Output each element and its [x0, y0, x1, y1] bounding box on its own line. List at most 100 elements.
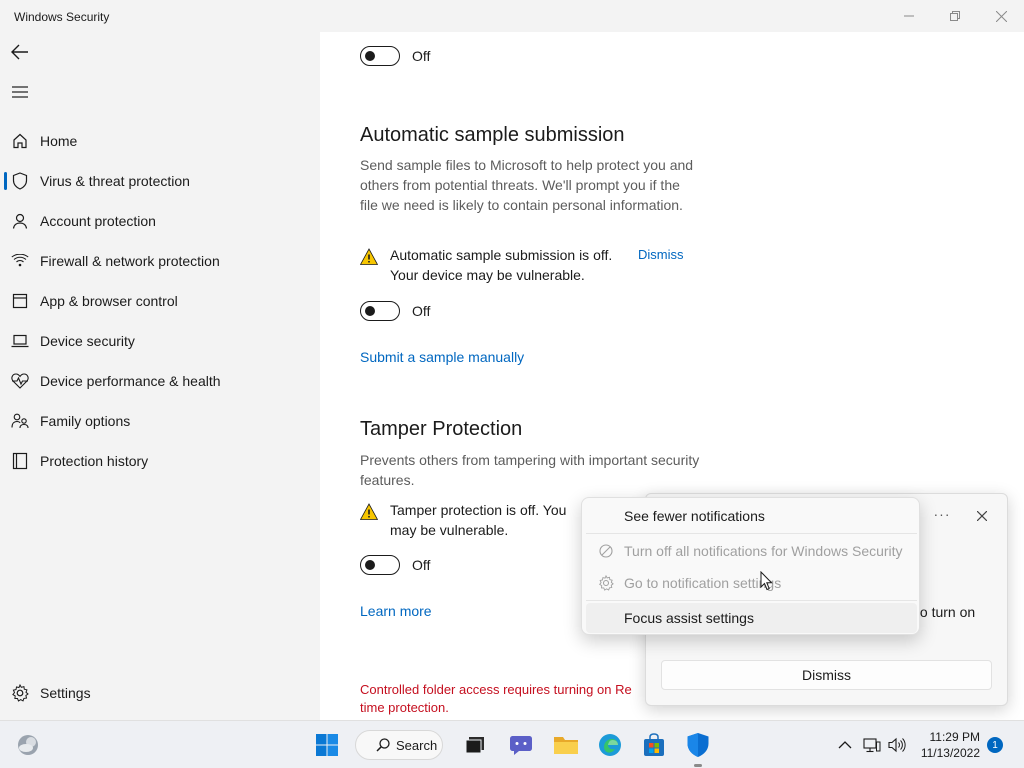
restore-button[interactable]: [932, 0, 978, 32]
close-icon: [977, 511, 987, 521]
sample-dismiss-link[interactable]: Dismiss: [638, 247, 684, 262]
menu-item-label: Go to notification settings: [624, 575, 782, 591]
sidebar-item-settings[interactable]: Settings: [0, 675, 320, 711]
sidebar-item-label: Device performance & health: [40, 373, 221, 389]
top-toggle-row: Off: [360, 46, 430, 66]
search-icon: [376, 738, 390, 752]
controlled-folder-message: Controlled folder access requires turnin…: [360, 681, 660, 717]
menu-item-label: See fewer notifications: [624, 508, 765, 524]
person-icon: [11, 212, 29, 230]
submit-sample-link[interactable]: Submit a sample manually: [360, 349, 524, 365]
home-icon: [11, 132, 29, 150]
menu-item-label: Turn off all notifications for Windows S…: [624, 543, 903, 559]
sample-warning-line1: Automatic sample submission is off.: [390, 247, 613, 263]
clock-time: 11:29 PM: [929, 730, 980, 744]
tamper-warning-line2: may be vulnerable.: [390, 522, 509, 538]
shield-icon: [11, 172, 29, 190]
weather-widget[interactable]: [14, 731, 42, 759]
warning-icon: [360, 503, 378, 520]
sidebar-item-label: Account protection: [40, 213, 156, 229]
close-icon: [995, 10, 1007, 22]
tamper-warning-line1: Tamper protection is off. You: [390, 502, 567, 518]
gear-icon: [598, 575, 614, 591]
mouse-cursor-icon: [760, 571, 773, 591]
start-button[interactable]: [313, 731, 341, 759]
tamper-toggle-row: Off: [360, 555, 430, 575]
tamper-protection-description: Prevents others from tampering with impo…: [360, 452, 700, 488]
file-explorer-button[interactable]: [552, 731, 580, 759]
wifi-icon: [11, 252, 29, 270]
app-window-icon: [11, 292, 29, 310]
sample-toggle-row: Off: [360, 301, 430, 321]
tamper-protection-heading: Tamper Protection: [360, 418, 523, 440]
sidebar-item-device-security[interactable]: Device security: [0, 323, 320, 359]
folder-icon: [554, 737, 578, 754]
sidebar-item-account[interactable]: Account protection: [0, 203, 320, 239]
active-app-indicator: [694, 764, 702, 767]
teams-chat-button[interactable]: [507, 731, 535, 759]
menu-separator: [586, 600, 917, 601]
sample-warning-line2: Your device may be vulnerable.: [390, 267, 585, 283]
volume-tray-button[interactable]: [887, 735, 907, 755]
top-toggle-switch[interactable]: [360, 46, 400, 66]
weather-icon: [18, 735, 38, 755]
window-title: Windows Security: [14, 10, 110, 24]
sidebar-item-app-browser[interactable]: App & browser control: [0, 283, 320, 319]
minimize-button[interactable]: [886, 0, 932, 32]
tamper-protection-toggle[interactable]: [360, 555, 400, 575]
toast-close-button[interactable]: [972, 506, 992, 526]
history-icon: [11, 452, 29, 470]
task-view-button[interactable]: [461, 731, 489, 759]
restore-icon: [950, 11, 960, 21]
sidebar-item-firewall[interactable]: Firewall & network protection: [0, 243, 320, 279]
sidebar-item-label: Device security: [40, 333, 135, 349]
warning-icon: [360, 248, 378, 265]
sidebar-item-family[interactable]: Family options: [0, 403, 320, 439]
title-bar: Windows Security: [0, 0, 1024, 32]
shield-icon: [687, 733, 709, 757]
controlled-folder-line1: Controlled folder access requires turnin…: [360, 682, 632, 697]
menu-item-see-fewer[interactable]: See fewer notifications: [586, 501, 917, 531]
toggle-state-label: Off: [412, 557, 431, 573]
menu-button[interactable]: [8, 80, 32, 104]
family-icon: [11, 412, 29, 430]
network-tray-button[interactable]: [862, 735, 882, 755]
taskbar-search-button[interactable]: Search: [355, 730, 443, 760]
menu-item-focus-assist[interactable]: Focus assist settings: [586, 603, 917, 633]
toast-body-text: to turn on: [916, 604, 976, 620]
notification-context-menu: See fewer notifications Turn off all not…: [581, 497, 920, 635]
toast-dismiss-button[interactable]: Dismiss: [661, 660, 992, 690]
sidebar-item-home[interactable]: Home: [0, 123, 320, 159]
chat-icon: [510, 736, 532, 755]
learn-more-link[interactable]: Learn more: [360, 603, 432, 619]
tamper-warning: Tamper protection is off. You may be vul…: [360, 500, 566, 540]
back-button[interactable]: [8, 40, 32, 64]
sidebar-item-performance[interactable]: Device performance & health: [0, 363, 320, 399]
sidebar-item-history[interactable]: Protection history: [0, 443, 320, 479]
sample-submission-toggle[interactable]: [360, 301, 400, 321]
taskbar: Search 11:29 PM 11/13/2022 1: [0, 720, 1024, 768]
taskbar-clock[interactable]: 11:29 PM 11/13/2022: [918, 729, 980, 761]
sample-warning: Automatic sample submission is off. Your…: [360, 245, 612, 285]
sidebar-item-virus-threat[interactable]: Virus & threat protection: [0, 163, 320, 199]
show-hidden-icons-button[interactable]: [835, 735, 855, 755]
menu-item-label: Focus assist settings: [624, 610, 754, 626]
sidebar-item-label: Family options: [40, 413, 131, 429]
minimize-icon: [904, 15, 914, 17]
menu-item-turn-off-all[interactable]: Turn off all notifications for Windows S…: [586, 536, 917, 566]
more-options-button[interactable]: ···: [932, 506, 952, 526]
close-button[interactable]: [978, 0, 1024, 32]
edge-browser-button[interactable]: [596, 731, 624, 759]
toggle-state-label: Off: [412, 48, 431, 64]
notification-count-badge[interactable]: 1: [987, 737, 1003, 753]
microsoft-store-button[interactable]: [640, 731, 668, 759]
windows-security-taskbar-button[interactable]: [684, 731, 712, 759]
controlled-folder-line2: time protection.: [360, 700, 449, 715]
hamburger-icon: [12, 86, 28, 98]
laptop-icon: [11, 332, 29, 350]
edge-icon: [599, 734, 621, 756]
sidebar-item-label: Settings: [40, 685, 91, 701]
speaker-icon: [888, 737, 906, 753]
menu-item-notification-settings[interactable]: Go to notification settings: [586, 568, 917, 598]
toggle-state-label: Off: [412, 303, 431, 319]
